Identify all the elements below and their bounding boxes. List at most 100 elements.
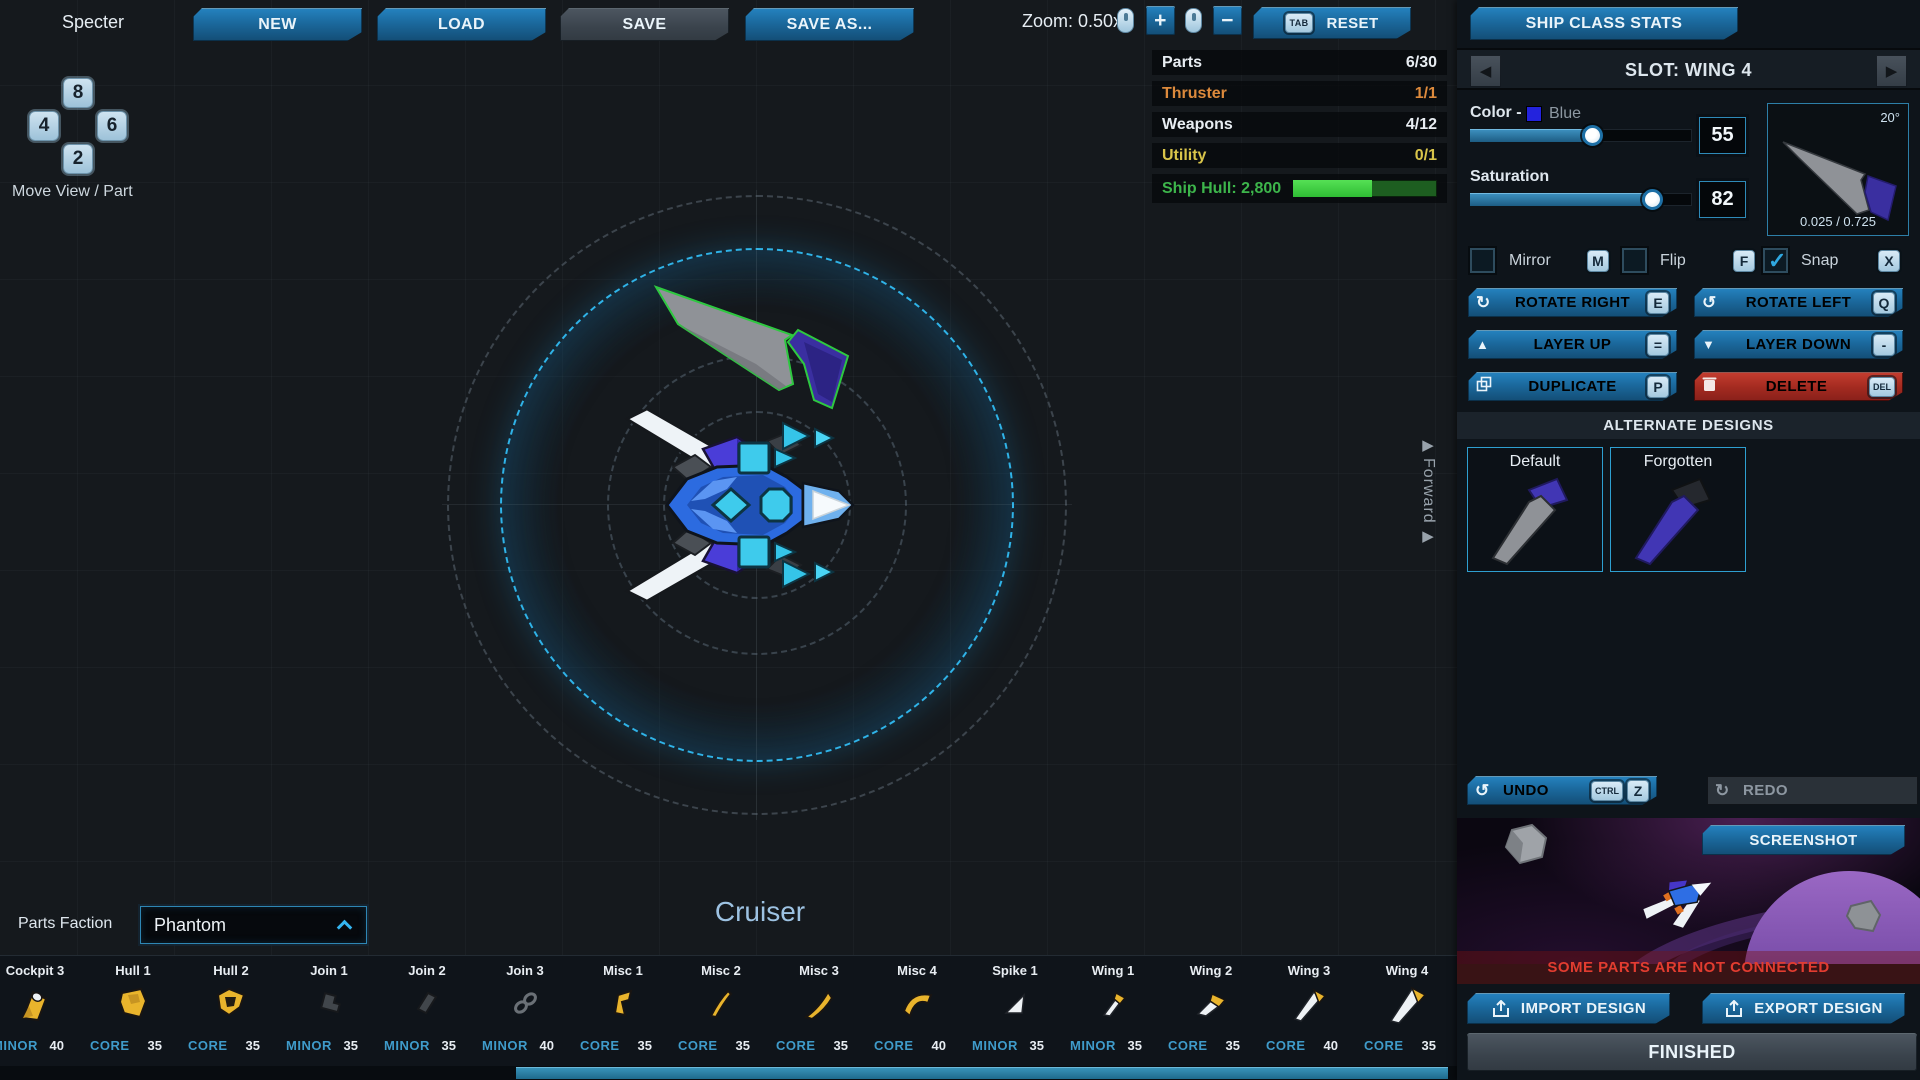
load-button[interactable]: LOAD bbox=[377, 8, 546, 41]
trash-icon bbox=[1702, 376, 1724, 397]
part-name: Hull 2 bbox=[182, 963, 280, 978]
slot-next-button[interactable]: ▶ bbox=[1876, 55, 1907, 87]
redo-button[interactable]: ↻ REDO bbox=[1707, 776, 1918, 805]
tab-key-badge: TAB bbox=[1285, 13, 1312, 33]
parts-scrollbar-track[interactable] bbox=[0, 1066, 1457, 1080]
layer-down-button[interactable]: ▼ LAYER DOWN - bbox=[1694, 330, 1903, 359]
saturation-value-box[interactable]: 82 bbox=[1699, 181, 1746, 218]
stat-row: Weapons 4/12 bbox=[1152, 112, 1447, 137]
reset-view-button[interactable]: TAB RESET bbox=[1253, 7, 1411, 39]
delete-button[interactable]: DELETE DEL bbox=[1694, 372, 1903, 401]
part-palette-item[interactable]: Wing 2 CORE 35 bbox=[1162, 956, 1260, 1062]
wing-large-icon bbox=[1385, 982, 1429, 1026]
screenshot-button[interactable]: SCREENSHOT bbox=[1702, 825, 1905, 855]
selected-wing-part[interactable] bbox=[636, 272, 856, 417]
wing-medium-icon bbox=[1189, 982, 1233, 1026]
part-palette-item[interactable]: Wing 3 CORE 40 bbox=[1260, 956, 1358, 1062]
part-palette-item[interactable]: Spike 1 MINOR 35 bbox=[966, 956, 1064, 1062]
numpad-4-key: 4 bbox=[29, 111, 59, 141]
parts-scrollbar-thumb[interactable] bbox=[516, 1067, 1448, 1079]
flip-checkbox[interactable] bbox=[1622, 248, 1647, 273]
ship-hull-label: Ship Hull: 2,800 bbox=[1162, 180, 1281, 198]
ship-assembly[interactable] bbox=[617, 405, 897, 605]
zoom-out-button[interactable]: − bbox=[1213, 6, 1242, 35]
part-slot-type: CORE bbox=[1168, 1038, 1208, 1053]
save-as-button[interactable]: SAVE AS... bbox=[745, 8, 914, 41]
part-name: Misc 3 bbox=[770, 963, 868, 978]
part-palette-item[interactable]: Hull 2 CORE 35 bbox=[182, 956, 280, 1062]
part-slot-type: CORE bbox=[874, 1038, 914, 1053]
hull-open-icon bbox=[209, 982, 253, 1026]
part-cost: 35 bbox=[834, 1038, 848, 1053]
part-slot-type: MINOR bbox=[482, 1038, 528, 1053]
stat-row: Utility 0/1 bbox=[1152, 143, 1447, 168]
join-tee-icon bbox=[307, 982, 351, 1026]
finished-button[interactable]: FINISHED bbox=[1467, 1033, 1917, 1071]
stat-value: 4/12 bbox=[1406, 116, 1437, 134]
saturation-slider-thumb[interactable] bbox=[1642, 189, 1663, 210]
join-plate-icon bbox=[405, 982, 449, 1026]
part-palette-item[interactable]: Misc 3 CORE 35 bbox=[770, 956, 868, 1062]
stat-value: 1/1 bbox=[1415, 85, 1437, 103]
ship-class-stats-button[interactable]: SHIP CLASS STATS bbox=[1470, 7, 1738, 40]
part-palette-item[interactable]: Wing 1 MINOR 35 bbox=[1064, 956, 1162, 1062]
saturation-slider[interactable] bbox=[1470, 193, 1692, 206]
rotate-left-button[interactable]: ↺ ROTATE LEFT Q bbox=[1694, 288, 1903, 317]
layer-up-button[interactable]: ▲ LAYER UP = bbox=[1468, 330, 1677, 359]
part-palette-item[interactable]: Join 2 MINOR 35 bbox=[378, 956, 476, 1062]
stat-label: Utility bbox=[1162, 147, 1206, 165]
triangle-up-icon: ▲ bbox=[1476, 337, 1498, 352]
rotate-right-button[interactable]: ↻ ROTATE RIGHT E bbox=[1468, 288, 1677, 317]
part-palette-item[interactable]: Cockpit 3 MINOR 40 bbox=[0, 956, 84, 1062]
ctrl-key-badge: CTRL bbox=[1591, 781, 1623, 801]
checkmark-icon: ✓ bbox=[1768, 248, 1786, 274]
undo-button[interactable]: ↺ UNDO CTRL Z bbox=[1467, 776, 1657, 805]
zoom-in-button[interactable]: + bbox=[1146, 6, 1175, 35]
z-key-badge: Z bbox=[1627, 780, 1649, 802]
mirror-checkbox[interactable] bbox=[1470, 248, 1495, 273]
export-design-button[interactable]: EXPORT DESIGN bbox=[1702, 993, 1905, 1024]
redo-icon: ↻ bbox=[1715, 781, 1737, 801]
color-value-box[interactable]: 55 bbox=[1699, 117, 1746, 154]
part-name: Misc 1 bbox=[574, 963, 672, 978]
part-slot-type: CORE bbox=[188, 1038, 228, 1053]
design-card-forgotten[interactable]: Forgotten bbox=[1610, 447, 1746, 572]
snap-key-badge: X bbox=[1878, 250, 1900, 272]
rotate-right-key-badge: E bbox=[1647, 292, 1669, 314]
color-slider[interactable] bbox=[1470, 129, 1692, 142]
mouse-scroll-down-icon bbox=[1185, 8, 1202, 33]
curved-blade-icon bbox=[699, 982, 743, 1026]
part-cost: 35 bbox=[246, 1038, 260, 1053]
horn-icon bbox=[797, 982, 841, 1026]
color-slider-thumb[interactable] bbox=[1582, 125, 1603, 146]
part-palette-item[interactable]: Misc 4 CORE 40 bbox=[868, 956, 966, 1062]
snap-checkbox[interactable]: ✓ bbox=[1763, 248, 1788, 273]
move-hint-label: Move View / Part bbox=[12, 183, 133, 201]
duplicate-button[interactable]: DUPLICATE P bbox=[1468, 372, 1677, 401]
import-design-button[interactable]: IMPORT DESIGN bbox=[1467, 993, 1670, 1024]
forward-direction-marker: ▶ Forward ▶ bbox=[1413, 438, 1443, 544]
slot-selector-bar: ◀ SLOT: WING 4 ▶ bbox=[1457, 48, 1920, 90]
new-button[interactable]: NEW bbox=[193, 8, 362, 41]
part-palette-item[interactable]: Misc 1 CORE 35 bbox=[574, 956, 672, 1062]
part-palette-item[interactable]: Misc 2 CORE 35 bbox=[672, 956, 770, 1062]
part-cost: 35 bbox=[344, 1038, 358, 1053]
design-card-default[interactable]: Default bbox=[1467, 447, 1603, 572]
layer-down-key-badge: - bbox=[1873, 334, 1895, 356]
design-name: Default bbox=[1468, 453, 1602, 471]
import-icon bbox=[1491, 1000, 1511, 1018]
part-cost: 35 bbox=[1030, 1038, 1044, 1053]
parts-faction-dropdown[interactable]: Phantom bbox=[140, 906, 367, 944]
part-slot-type: CORE bbox=[1364, 1038, 1404, 1053]
part-palette-item[interactable]: Join 3 MINOR 40 bbox=[476, 956, 574, 1062]
save-button[interactable]: SAVE bbox=[560, 8, 729, 41]
part-palette-item[interactable]: Join 1 MINOR 35 bbox=[280, 956, 378, 1062]
part-palette-item[interactable]: Wing 4 CORE 35 bbox=[1358, 956, 1456, 1062]
parts-not-connected-warning: SOME PARTS ARE NOT CONNECTED bbox=[1457, 951, 1920, 984]
cockpit-icon bbox=[13, 982, 57, 1026]
flip-key-badge: F bbox=[1733, 250, 1755, 272]
stat-label: Parts bbox=[1162, 54, 1202, 72]
part-slot-type: CORE bbox=[1266, 1038, 1306, 1053]
part-palette-item[interactable]: Hull 1 CORE 35 bbox=[84, 956, 182, 1062]
forward-label: Forward bbox=[1419, 458, 1437, 524]
